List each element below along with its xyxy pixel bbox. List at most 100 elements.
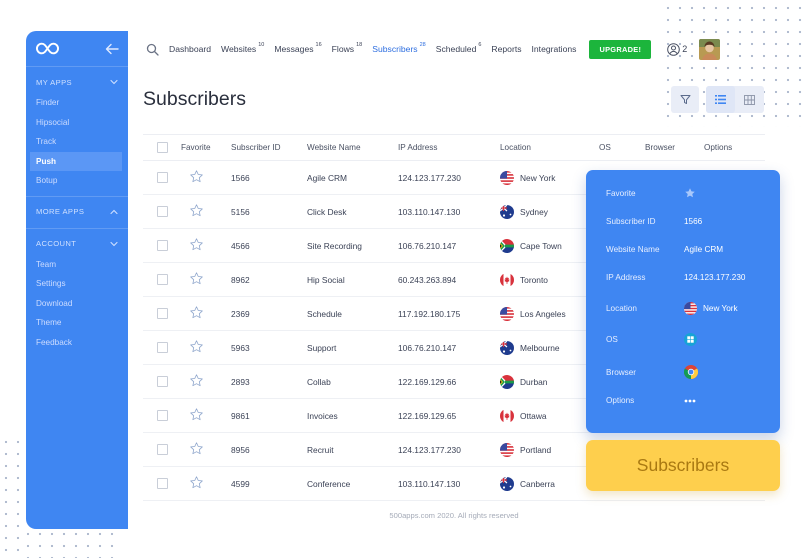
sidebar-section-header[interactable]: ACCOUNT (26, 233, 128, 255)
column-header-options[interactable]: Options (704, 143, 764, 152)
star-icon[interactable] (189, 475, 204, 490)
nav-item-scheduled[interactable]: Scheduled 6 (436, 42, 482, 54)
row-checkbox[interactable] (156, 478, 168, 489)
nav-item-label: Integrations (531, 44, 577, 54)
website-name-cell: Schedule (307, 308, 342, 319)
subscriber-id-cell: 5963 (231, 342, 250, 353)
subscriber-id-cell: 4566 (231, 240, 250, 251)
ip-address-cell: 124.123.177.230 (398, 172, 461, 183)
nav-item-integrations[interactable]: Integrations (532, 44, 577, 54)
nav-item-label: Messages (274, 44, 314, 54)
grid-view-button[interactable] (735, 86, 764, 113)
arrow-left-icon[interactable] (105, 43, 119, 55)
ip-address-cell: 106.76.210.147 (398, 240, 457, 251)
favorite-cell (181, 305, 231, 322)
column-header-subscriber-id[interactable]: Subscriber ID (231, 143, 307, 152)
nav-item-flows[interactable]: Flows 18 (332, 42, 363, 54)
chevron-down-icon (110, 79, 118, 85)
favorite-cell (181, 169, 231, 186)
upgrade-button[interactable]: UPGRADE! (589, 39, 652, 59)
location-text: Ottawa (520, 410, 547, 421)
star-icon[interactable] (189, 339, 204, 354)
star-icon[interactable] (189, 373, 204, 388)
detail-value: 1566 (684, 217, 703, 226)
row-checkbox[interactable] (156, 308, 168, 319)
detail-label: OS (606, 335, 618, 344)
detail-os-row: OS (606, 333, 697, 346)
row-checkbox[interactable] (156, 274, 168, 285)
user-icon (667, 42, 681, 56)
star-icon[interactable] (189, 271, 204, 286)
detail-label: Options (606, 396, 635, 405)
detail-label: Browser (606, 367, 637, 377)
row-checkbox[interactable] (156, 376, 168, 387)
sidebar-divider (26, 195, 128, 197)
sidebar-item-download[interactable]: Download (26, 294, 128, 314)
star-icon[interactable] (684, 187, 696, 199)
nav-item-dashboard[interactable]: Dashboard (169, 44, 211, 54)
subscriber-id-cell: 8962 (231, 274, 250, 285)
star-icon[interactable] (189, 305, 204, 320)
star-icon[interactable] (189, 407, 204, 422)
website-name-cell: Conference (307, 478, 351, 489)
location-text: Toronto (520, 274, 548, 285)
sidebar-item-hipsocial[interactable]: Hipsocial (26, 113, 128, 133)
column-header-os[interactable]: OS (599, 143, 645, 152)
favorite-cell (181, 339, 231, 356)
select-all-checkbox[interactable] (156, 142, 168, 153)
column-header-website-name[interactable]: Website Name (307, 143, 398, 152)
row-select-cell (143, 342, 181, 353)
nav-item-subscribers[interactable]: Subscribers 28 (372, 42, 426, 54)
row-select-cell (143, 410, 181, 421)
sidebar-section-header[interactable]: MY APPS (26, 71, 128, 93)
website-name-cell: Invoices (307, 410, 338, 421)
star-icon[interactable] (189, 237, 204, 252)
row-checkbox[interactable] (156, 342, 168, 353)
filter-icon (680, 95, 690, 104)
infinity-logo-icon[interactable] (36, 42, 59, 55)
star-icon[interactable] (189, 203, 204, 218)
sidebar-item-team[interactable]: Team (26, 255, 128, 275)
search-icon[interactable] (146, 43, 159, 56)
row-checkbox[interactable] (156, 206, 168, 217)
nav-item-websites[interactable]: Websites 10 (221, 42, 264, 54)
nav-item-label: Subscribers (372, 44, 418, 54)
star-icon[interactable] (189, 169, 204, 184)
au-flag-icon (500, 340, 514, 355)
nav-item-reports[interactable]: Reports (491, 44, 521, 54)
row-checkbox[interactable] (156, 240, 168, 251)
sidebar-item-track[interactable]: Track (26, 132, 128, 152)
nav-item-messages[interactable]: Messages 16 (274, 42, 321, 54)
user-count[interactable]: 2 (667, 42, 687, 56)
column-header-location[interactable]: Location (500, 143, 599, 152)
sidebar-item-settings[interactable]: Settings (26, 274, 128, 294)
sidebar-item-botup[interactable]: Botup (26, 171, 128, 191)
sidebar-section-label: MY APPS (36, 77, 73, 87)
sidebar-item-theme[interactable]: Theme (26, 313, 128, 333)
sidebar-section-header[interactable]: MORE APPS (26, 201, 128, 223)
chrome-icon (684, 365, 698, 379)
row-checkbox[interactable] (156, 444, 168, 455)
more-dots-icon[interactable] (684, 399, 696, 403)
column-header-browser[interactable]: Browser (645, 143, 704, 152)
au-flag-icon (500, 476, 514, 491)
website-name-cell: Site Recording (307, 240, 362, 251)
column-header-ip-address[interactable]: IP Address (398, 143, 500, 152)
ip-address-cell: 122.169.129.65 (398, 410, 457, 421)
sidebar-item-feedback[interactable]: Feedback (26, 333, 128, 353)
top-nav: Dashboard Websites 10 Messages 16 Flows 18 Subs… (128, 31, 780, 67)
star-icon[interactable] (189, 441, 204, 456)
subscriber-detail-card: Favorite Subscriber ID 1566 Website Name… (586, 170, 780, 433)
detail-ip-row: IP Address 124.123.177.230 (606, 273, 745, 282)
avatar[interactable] (699, 38, 721, 60)
column-header-favorite[interactable]: Favorite (181, 143, 231, 152)
row-select-cell (143, 172, 181, 183)
row-checkbox[interactable] (156, 172, 168, 183)
list-view-button[interactable] (706, 86, 735, 113)
filter-button[interactable] (671, 86, 699, 113)
row-checkbox[interactable] (156, 410, 168, 421)
sidebar-item-push[interactable]: Push (30, 151, 122, 171)
sidebar-item-finder[interactable]: Finder (26, 93, 128, 113)
location-text: New York (520, 172, 556, 183)
ca-flag-icon (500, 408, 514, 423)
